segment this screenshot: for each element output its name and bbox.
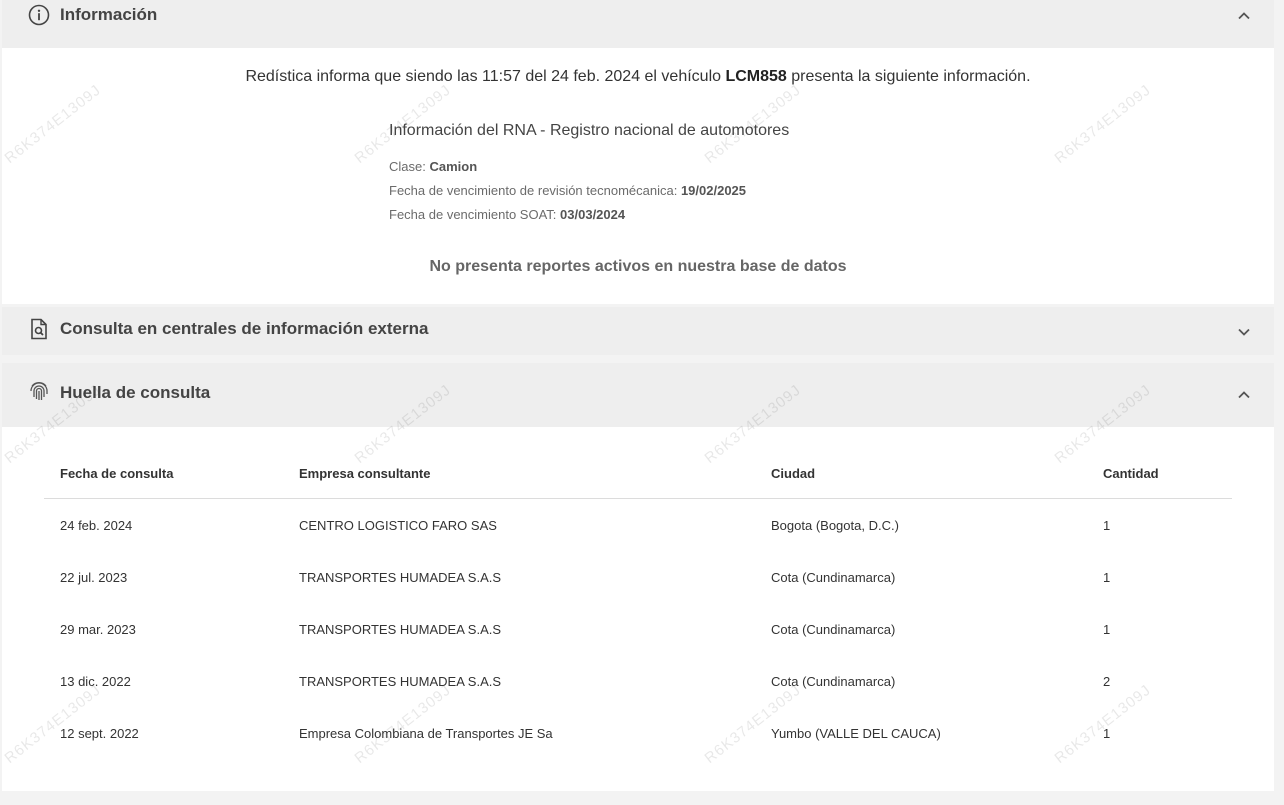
cell-ciudad: Cota (Cundinamarca) <box>771 673 896 689</box>
chevron-up-icon[interactable] <box>1236 387 1252 403</box>
rna-tecnomecanica: Fecha de vencimiento de revisión tecnomé… <box>389 183 747 198</box>
cell-empresa: Empresa Colombiana de Transportes JE Sa <box>299 725 553 741</box>
cell-cantidad: 1 <box>1103 725 1111 741</box>
vehicle-plate: LCM858 <box>725 68 787 85</box>
column-header: Cantidad <box>1087 448 1232 499</box>
rna-clase: Clase: Camion <box>389 159 478 174</box>
fingerprint-icon <box>28 380 50 402</box>
info-panel-title: Información <box>60 5 158 24</box>
table-row: 22 jul. 2023 TRANSPORTES HUMADEA S.A.S C… <box>44 551 1232 603</box>
cell-fecha: 24 feb. 2024 <box>60 517 133 533</box>
no-reports-message: No presenta reportes activos en nuestra … <box>429 258 847 275</box>
rna-title: Información del RNA - Registro nacional … <box>389 122 790 139</box>
cell-fecha: 29 mar. 2023 <box>60 621 136 637</box>
cell-empresa: CENTRO LOGISTICO FARO SAS <box>299 517 497 533</box>
cell-ciudad: Cota (Cundinamarca) <box>771 569 896 585</box>
cell-cantidad: 1 <box>1103 569 1111 585</box>
cell-empresa: TRANSPORTES HUMADEA S.A.S <box>299 569 502 585</box>
table-header-row: Fecha de consulta Empresa consultante Ci… <box>44 448 1232 499</box>
cell-ciudad: Bogota (Bogota, D.C.) <box>771 517 899 533</box>
rna-soat: Fecha de vencimiento SOAT: 03/03/2024 <box>389 207 626 222</box>
huella-table: Fecha de consulta Empresa consultante Ci… <box>44 448 1232 759</box>
huella-panel-title: Huella de consulta <box>60 383 211 402</box>
cell-fecha: 12 sept. 2022 <box>60 725 139 741</box>
cell-empresa: TRANSPORTES HUMADEA S.A.S <box>299 673 502 689</box>
external-panel-title: Consulta en centrales de información ext… <box>60 319 429 338</box>
info-panel: Información Redística informa que siendo… <box>2 0 1274 304</box>
column-header: Ciudad <box>755 448 1087 499</box>
info-circle-icon <box>28 4 50 26</box>
document-search-icon <box>28 318 50 340</box>
table-row: 24 feb. 2024 CENTRO LOGISTICO FARO SAS B… <box>44 499 1232 552</box>
cell-empresa: TRANSPORTES HUMADEA S.A.S <box>299 621 502 637</box>
cell-cantidad: 2 <box>1103 673 1111 689</box>
cell-fecha: 13 dic. 2022 <box>60 673 131 689</box>
column-header: Fecha de consulta <box>44 448 283 499</box>
table-row: 29 mar. 2023 TRANSPORTES HUMADEA S.A.S C… <box>44 603 1232 655</box>
table-row: 12 sept. 2022 Empresa Colombiana de Tran… <box>44 707 1232 759</box>
intro-text: Redística informa que siendo las 11:57 d… <box>245 68 1031 85</box>
cell-ciudad: Cota (Cundinamarca) <box>771 621 896 637</box>
cell-cantidad: 1 <box>1103 621 1111 637</box>
chevron-down-icon[interactable] <box>1236 324 1252 340</box>
huella-panel-header[interactable]: Huella de consulta <box>2 363 1274 427</box>
cell-fecha: 22 jul. 2023 <box>60 569 128 585</box>
table-row: 13 dic. 2022 TRANSPORTES HUMADEA S.A.S C… <box>44 655 1232 707</box>
column-header: Empresa consultante <box>283 448 755 499</box>
cell-ciudad: Yumbo (VALLE DEL CAUCA) <box>771 725 941 741</box>
cell-cantidad: 1 <box>1103 517 1111 533</box>
external-panel: Consulta en centrales de información ext… <box>2 307 1274 355</box>
info-panel-header[interactable]: Información <box>2 0 1274 48</box>
external-panel-header[interactable]: Consulta en centrales de información ext… <box>2 307 1274 355</box>
chevron-up-icon[interactable] <box>1236 8 1252 24</box>
